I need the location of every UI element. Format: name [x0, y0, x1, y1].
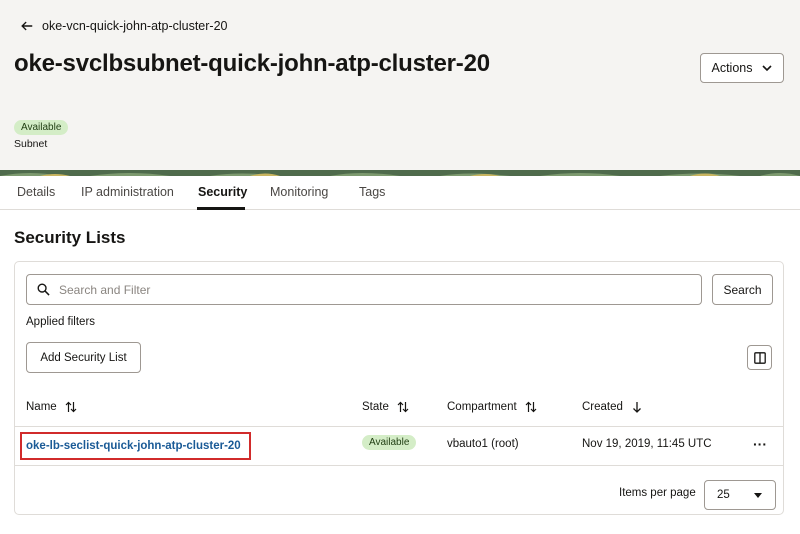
column-created-label: Created — [582, 401, 623, 413]
state-badge: Available — [362, 435, 417, 450]
column-compartment-label: Compartment — [447, 401, 517, 413]
tab-ip-administration[interactable]: IP administration — [81, 185, 174, 199]
table-header: Name State Compartment Created — [15, 393, 783, 427]
actions-label: Actions — [711, 61, 753, 75]
actions-menu-button[interactable]: Actions — [700, 53, 784, 83]
breadcrumb-back-link[interactable]: oke-vcn-quick-john-atp-cluster-20 — [20, 19, 228, 33]
security-list-name-link[interactable]: oke-lb-seclist-quick-john-atp-cluster-20 — [20, 432, 251, 460]
active-tab-indicator — [197, 207, 245, 210]
sort-icon — [397, 401, 409, 413]
chevron-down-icon — [761, 65, 772, 72]
column-header-created[interactable]: Created — [582, 401, 643, 413]
column-name-label: Name — [26, 401, 57, 413]
table-row: oke-lb-seclist-quick-john-atp-cluster-20… — [15, 428, 783, 466]
tab-details[interactable]: Details — [17, 185, 55, 199]
page-title: oke-svclbsubnet-quick-john-atp-cluster-2… — [14, 50, 490, 77]
security-list-name: oke-lb-seclist-quick-john-atp-cluster-20 — [26, 440, 241, 452]
caret-down-icon — [754, 493, 762, 498]
items-per-page-value: 25 — [717, 489, 730, 501]
tab-bar: Details IP administration Security Monit… — [0, 176, 800, 210]
search-button[interactable]: Search — [712, 274, 773, 305]
columns-icon — [753, 351, 766, 364]
search-input[interactable] — [59, 282, 659, 297]
tab-monitoring[interactable]: Monitoring — [270, 185, 328, 199]
sort-descending-icon — [632, 402, 641, 413]
applied-filters-label: Applied filters — [26, 316, 96, 328]
sort-icon — [525, 401, 537, 413]
column-state-label: State — [362, 401, 389, 413]
security-lists-panel: Search Applied filters Add Security List… — [14, 261, 784, 515]
created-cell: Nov 19, 2019, 11:45 UTC — [582, 438, 712, 450]
tab-tags[interactable]: Tags — [359, 185, 385, 199]
add-security-list-button[interactable]: Add Security List — [26, 342, 141, 373]
column-header-name[interactable]: Name — [26, 401, 77, 413]
items-per-page-select[interactable]: 25 — [704, 480, 776, 510]
status-badge: Available — [14, 120, 69, 135]
search-field[interactable] — [26, 274, 702, 305]
search-icon — [37, 283, 50, 296]
section-title: Security Lists — [14, 228, 126, 247]
column-header-compartment[interactable]: Compartment — [447, 401, 537, 413]
manage-columns-button[interactable] — [747, 345, 772, 370]
page-header: oke-vcn-quick-john-atp-cluster-20 oke-sv… — [0, 0, 800, 170]
column-header-state[interactable]: State — [362, 401, 409, 413]
row-actions-button[interactable]: ··· — [751, 436, 769, 452]
resource-type-label: Subnet — [14, 138, 48, 150]
tab-security[interactable]: Security — [198, 185, 247, 199]
back-link-label: oke-vcn-quick-john-atp-cluster-20 — [42, 19, 228, 33]
items-per-page-label: Items per page — [619, 487, 696, 499]
sort-icon — [65, 401, 77, 413]
arrow-left-icon — [21, 21, 33, 31]
compartment-cell: vbauto1 (root) — [447, 438, 519, 450]
